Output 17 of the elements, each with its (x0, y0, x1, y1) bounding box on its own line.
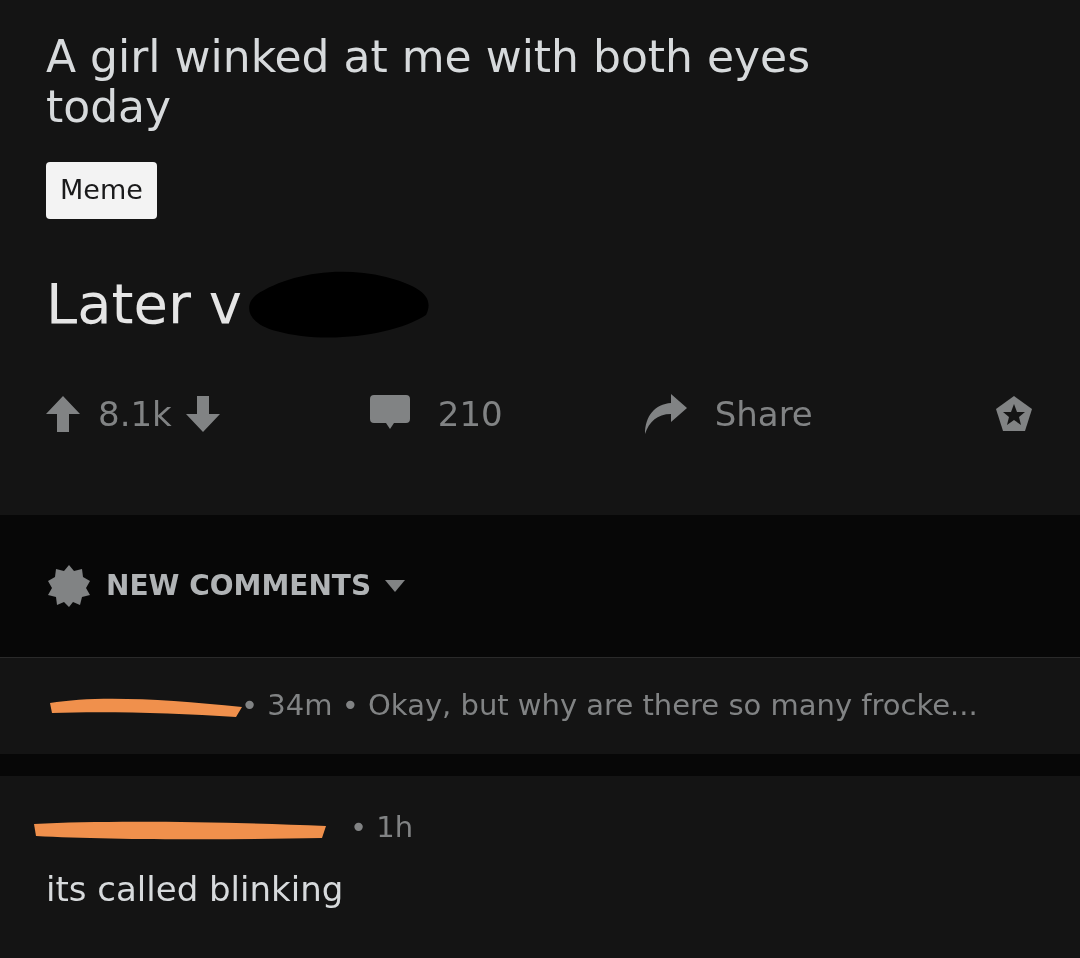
post-title: A girl winked at me with both eyes today (46, 32, 812, 132)
badge-icon (48, 565, 90, 607)
comment-body: its called blinking (46, 867, 345, 911)
upvote-icon[interactable] (46, 396, 80, 432)
comment-meta: • 1h (350, 809, 414, 846)
vote-count: 8.1k (98, 392, 172, 436)
comment-count: 210 (437, 392, 503, 436)
collapsed-comment[interactable]: • 34m • Okay, but why are there so many frocke... (0, 658, 1080, 754)
downvote-icon[interactable] (185, 396, 220, 432)
caret-icon (385, 580, 406, 592)
share-arrow-icon[interactable] (642, 394, 687, 434)
flair-tag[interactable]: Meme (46, 162, 157, 219)
share-button[interactable]: Share (714, 388, 813, 440)
comment-preview: • 34m • Okay, but why are there so many frocke... (241, 687, 978, 725)
award-icon[interactable] (994, 394, 1034, 434)
post-body-text: Later v (46, 269, 242, 338)
sort-dropdown[interactable]: NEW COMMENTS (106, 565, 406, 607)
